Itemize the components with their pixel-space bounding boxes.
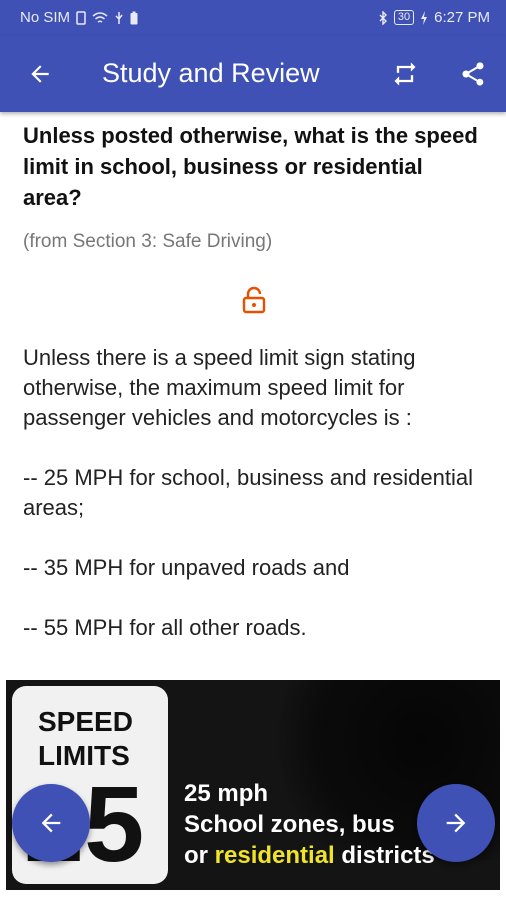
answer-paragraph: Unless there is a speed limit sign stati… — [23, 345, 416, 430]
illustration-caption: 25 mph School zones, bus or residential … — [184, 778, 435, 871]
carrier-label: No SIM — [20, 9, 71, 26]
app-bar: Study and Review — [0, 36, 506, 112]
answer-section: Unless there is a speed limit sign stati… — [23, 343, 493, 673]
back-button[interactable] — [22, 56, 58, 92]
status-left: No SIM — [20, 9, 138, 26]
repeat-button[interactable] — [387, 56, 423, 92]
caption-line-3: or residential districts — [184, 840, 435, 871]
status-right: 30 6:27 PM — [378, 9, 490, 26]
repeat-icon — [394, 62, 416, 86]
question-section: Unless posted otherwise, what is the spe… — [23, 112, 483, 253]
question-source: (from Section 3: Safe Driving) — [23, 231, 273, 252]
battery-level: 30 — [393, 10, 415, 25]
usb-icon — [115, 11, 123, 24]
caption-suffix: districts — [334, 842, 435, 869]
wifi-icon — [92, 11, 108, 23]
previous-button[interactable] — [12, 784, 90, 862]
caption-line-1: 25 mph — [184, 780, 269, 807]
speed-limit-illustration: SPEED LIMITS 25 25 mph School zones, bus… — [6, 680, 500, 890]
share-icon — [462, 62, 484, 86]
battery-small-icon — [130, 11, 138, 24]
charging-icon — [421, 10, 428, 25]
back-arrow-icon — [31, 65, 49, 83]
arrow-right-icon — [446, 813, 466, 833]
next-button[interactable] — [417, 784, 495, 862]
question-text: Unless posted otherwise, what is the spe… — [23, 123, 478, 210]
caption-prefix: or — [184, 842, 215, 869]
caption-highlight: residential — [214, 842, 335, 869]
answer-paragraph: -- 35 MPH for unpaved roads and — [23, 555, 350, 580]
page-title: Study and Review — [102, 58, 320, 88]
clock: 6:27 PM — [434, 9, 490, 26]
share-button[interactable] — [455, 56, 491, 92]
unlock-button[interactable] — [241, 286, 267, 319]
unlock-icon — [242, 286, 266, 314]
status-bar: No SIM 30 6:27 PM — [0, 0, 506, 36]
sign-line-1: SPEED — [38, 706, 133, 737]
bluetooth-icon — [379, 10, 387, 25]
sim-icon — [76, 10, 86, 25]
answer-paragraph: -- 55 MPH for all other roads. — [23, 615, 307, 640]
arrow-left-icon — [41, 813, 61, 833]
caption-line-2: School zones, bus — [184, 811, 395, 838]
answer-paragraph: -- 25 MPH for school, business and resid… — [23, 465, 473, 520]
